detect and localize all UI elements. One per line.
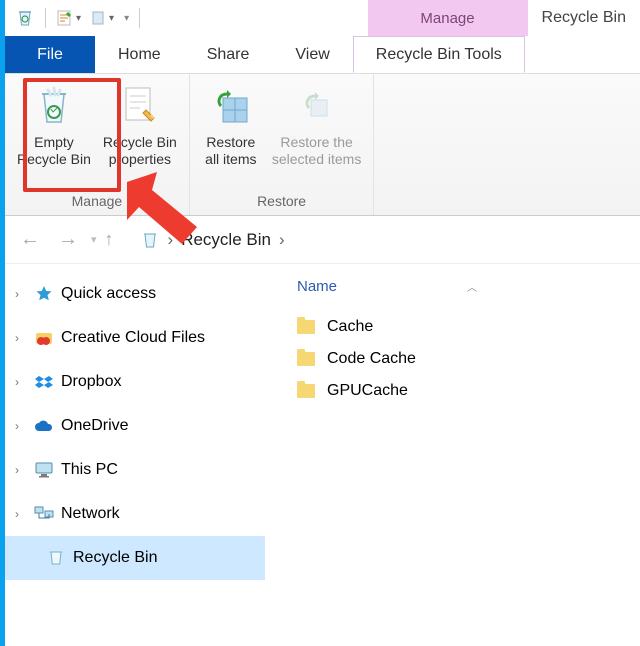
folder-icon [297,352,315,366]
forward-button: → [53,228,83,251]
nav-label: OneDrive [61,417,129,435]
empty-recycle-bin-label: Empty Recycle Bin [17,134,91,168]
list-item[interactable]: Cache [275,311,630,343]
chevron-right-icon[interactable]: › [15,419,27,433]
breadcrumb-root[interactable]: Recycle Bin [181,230,271,250]
nav-dropbox[interactable]: › Dropbox [5,360,265,404]
chevron-right-icon[interactable]: › [15,331,27,345]
nav-onedrive[interactable]: › OneDrive [5,404,265,448]
recent-locations-icon[interactable]: ▾ [91,233,97,246]
file-tab[interactable]: File [5,36,95,73]
nav-label: Creative Cloud Files [61,329,205,347]
nav-this-pc[interactable]: › This PC [5,448,265,492]
breadcrumb-icon [140,230,160,250]
nav-quick-access[interactable]: › Quick access [5,272,265,316]
qat-overflow-icon[interactable]: ▾ [124,13,129,24]
group-manage: Empty Recycle Bin Recycle Bin properties… [5,74,190,215]
chevron-right-icon: › [279,230,285,250]
item-name: GPUCache [327,382,408,400]
recycle-bin-full-icon [30,82,78,130]
recycle-bin-icon [45,547,67,569]
navigation-bar: ← → ▾ ↑ › Recycle Bin › [5,216,640,264]
nav-label: Recycle Bin [73,549,157,567]
item-name: Code Cache [327,350,416,368]
window-title: Recycle Bin [528,0,640,36]
restore-selected-button: Restore the selected items [266,78,367,191]
recycle-bin-tools-tab[interactable]: Recycle Bin Tools [353,36,525,73]
recycle-bin-icon [15,8,35,28]
nav-label: Dropbox [61,373,121,391]
restore-all-icon [207,82,255,130]
group-restore: Restore all items Restore the selected i… [190,74,374,215]
column-header-name[interactable]: Name ︿ [275,274,630,311]
properties-label: Recycle Bin properties [103,134,177,168]
properties-icon [116,82,164,130]
item-name: Cache [327,318,373,336]
nav-recycle-bin[interactable]: Recycle Bin [5,536,265,580]
properties-qat-icon[interactable]: ▾ [56,9,81,27]
chevron-right-icon[interactable]: › [15,507,27,521]
breadcrumb[interactable]: › Recycle Bin › [168,230,285,250]
empty-recycle-bin-button[interactable]: Empty Recycle Bin [11,78,97,191]
up-button[interactable]: ↑ [105,229,114,250]
restore-all-label: Restore all items [205,134,256,168]
nav-label: Network [61,505,120,523]
home-tab[interactable]: Home [95,36,184,73]
folder-icon [297,320,315,334]
nav-network[interactable]: › Network [5,492,265,536]
restore-selected-label: Restore the selected items [272,134,361,168]
star-icon [33,283,55,305]
title-bar: ▾ ▾ ▾ Manage Recycle Bin [5,0,640,36]
body: › Quick access › Creative Cloud Files › … [5,264,640,646]
nav-label: This PC [61,461,118,479]
contextual-tab-manage[interactable]: Manage [368,0,528,36]
content-pane: Name ︿ Cache Code Cache GPUCache [265,264,640,646]
nav-label: Quick access [61,285,156,303]
chevron-right-icon[interactable]: › [15,463,27,477]
onedrive-icon [33,415,55,437]
ribbon-tabs: File Home Share View Recycle Bin Tools [5,36,640,74]
this-pc-icon [33,459,55,481]
share-tab[interactable]: Share [184,36,273,73]
network-icon [33,503,55,525]
qat-customize-icon[interactable]: ▾ [91,10,114,26]
restore-selected-icon [293,82,341,130]
navigation-pane: › Quick access › Creative Cloud Files › … [5,264,265,646]
nav-creative-cloud[interactable]: › Creative Cloud Files [5,316,265,360]
chevron-right-icon: › [168,230,174,250]
column-name-label: Name [297,278,337,295]
list-item[interactable]: GPUCache [275,375,630,407]
chevron-right-icon[interactable]: › [15,287,27,301]
back-button[interactable]: ← [15,228,45,251]
chevron-right-icon[interactable]: › [15,375,27,389]
restore-all-button[interactable]: Restore all items [196,78,266,191]
dropbox-icon [33,371,55,393]
view-tab[interactable]: View [272,36,352,73]
group-restore-label: Restore [196,191,367,211]
sort-ascending-icon[interactable]: ︿ [467,279,477,294]
group-manage-label: Manage [11,191,183,211]
list-item[interactable]: Code Cache [275,343,630,375]
creative-cloud-icon [33,327,55,349]
ribbon: Empty Recycle Bin Recycle Bin properties… [5,74,640,216]
folder-icon [297,384,315,398]
recycle-bin-properties-button[interactable]: Recycle Bin properties [97,78,183,191]
